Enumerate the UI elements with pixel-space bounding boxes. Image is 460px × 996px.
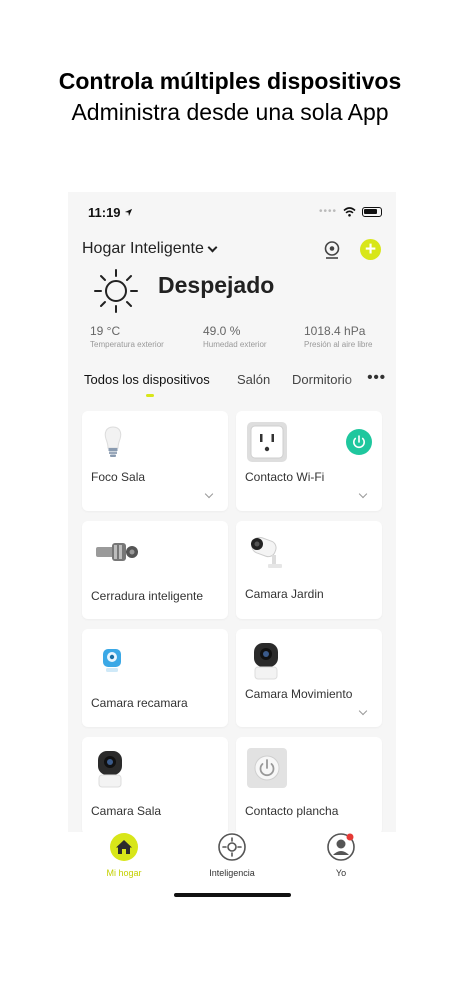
chevron-down-icon[interactable]	[358, 489, 368, 499]
device-name: Contacto plancha	[245, 804, 339, 818]
device-name: Contacto Wi-Fi	[245, 470, 325, 484]
power-icon	[353, 435, 365, 449]
more-tabs-icon[interactable]: •••	[367, 369, 386, 386]
metric-label: Temperatura exterior	[90, 340, 164, 349]
home-selector[interactable]: Hogar Inteligente	[82, 240, 218, 258]
device-card[interactable]: Foco Sala	[82, 411, 228, 511]
metric-humidity: 49.0 % Humedad exterior	[203, 324, 267, 349]
device-name: Foco Sala	[91, 470, 146, 484]
cube-camera-icon	[103, 649, 121, 672]
status-indicators: ••••	[319, 206, 382, 217]
signal-dots-icon: ••••	[318, 206, 337, 217]
wifi-icon	[343, 206, 356, 217]
tab-inteligencia[interactable]: Inteligencia	[187, 832, 277, 878]
location-arrow-icon	[125, 208, 133, 217]
chevron-down-icon[interactable]	[358, 706, 368, 716]
device-name: Camara Movimiento	[245, 687, 353, 701]
bulb-icon	[104, 426, 122, 457]
active-tab-indicator	[146, 394, 154, 397]
promo-title: Controla múltiples dispositivos	[58, 68, 402, 94]
room-tabs: Todos los dispositivos Salón Dormitorio …	[84, 369, 386, 402]
metric-label: Presión al aire libre	[304, 340, 373, 349]
chevron-down-icon[interactable]	[204, 489, 214, 499]
lock-icon	[96, 543, 138, 561]
promo-header: Controla múltiples dispositivos Administ…	[0, 66, 460, 128]
weather-condition: Despejado	[158, 272, 275, 298]
camera-icon	[254, 643, 278, 680]
metric-value: 19 °C	[90, 324, 121, 338]
metric-label: Humedad exterior	[203, 340, 267, 349]
device-name: Cerradura inteligente	[91, 589, 204, 603]
metric-value: 1018.4 hPa	[304, 324, 366, 338]
tab-salon[interactable]: Salón	[237, 372, 270, 387]
metric-temperature: 19 °C Temperatura exterior	[90, 324, 164, 349]
promo-subtitle: Administra desde una sola App	[71, 99, 389, 125]
phone-screen: 11:19 •••• Hogar Inteligente + Despejado…	[68, 192, 396, 832]
home-name: Hogar Inteligente	[82, 240, 204, 257]
battery-icon	[362, 206, 382, 217]
device-name: Camara Sala	[91, 804, 162, 818]
tab-yo[interactable]: Yo	[296, 832, 386, 878]
tab-label: Inteligencia	[209, 868, 255, 878]
add-device-button[interactable]: +	[360, 239, 381, 260]
scene-icon	[218, 833, 246, 861]
device-card[interactable]: Camara recamara	[82, 629, 228, 727]
device-card[interactable]: Contacto Wi-Fi	[236, 411, 382, 511]
camera-monitor-icon[interactable]	[322, 240, 342, 260]
metric-pressure: 1018.4 hPa Presión al aire libre	[304, 324, 372, 349]
chevron-down-icon	[207, 242, 218, 252]
status-bar: 11:19 ••••	[68, 192, 396, 236]
device-card[interactable]: Camara Movimiento	[236, 629, 382, 727]
wall-switch-icon	[247, 748, 287, 788]
tab-todos[interactable]: Todos los dispositivos	[84, 372, 210, 387]
camera-icon	[98, 751, 122, 788]
outlet-icon	[247, 422, 287, 462]
tab-fade	[346, 372, 368, 392]
device-name: Camara recamara	[91, 696, 188, 710]
status-time: 11:19	[88, 205, 133, 220]
tab-mi-hogar[interactable]: Mi hogar	[79, 832, 169, 878]
metric-value: 49.0 %	[203, 324, 241, 338]
tab-label: Mi hogar	[106, 868, 142, 878]
home-indicator[interactable]	[174, 893, 291, 897]
bullet-camera-icon	[251, 536, 282, 568]
home-icon	[110, 833, 138, 861]
device-card[interactable]: Camara Jardin	[236, 521, 382, 619]
device-card[interactable]: Contacto plancha	[236, 737, 382, 832]
tab-label: Yo	[335, 868, 347, 878]
power-toggle-button[interactable]	[346, 429, 372, 455]
sun-icon	[94, 269, 138, 313]
device-card[interactable]: Cerradura inteligente	[82, 521, 228, 619]
bottom-tab-bar: Mi hogar Inteligencia Yo	[68, 832, 396, 878]
device-name: Camara Jardin	[245, 587, 324, 601]
device-card[interactable]: Camara Sala	[82, 737, 228, 832]
profile-icon	[327, 833, 355, 861]
